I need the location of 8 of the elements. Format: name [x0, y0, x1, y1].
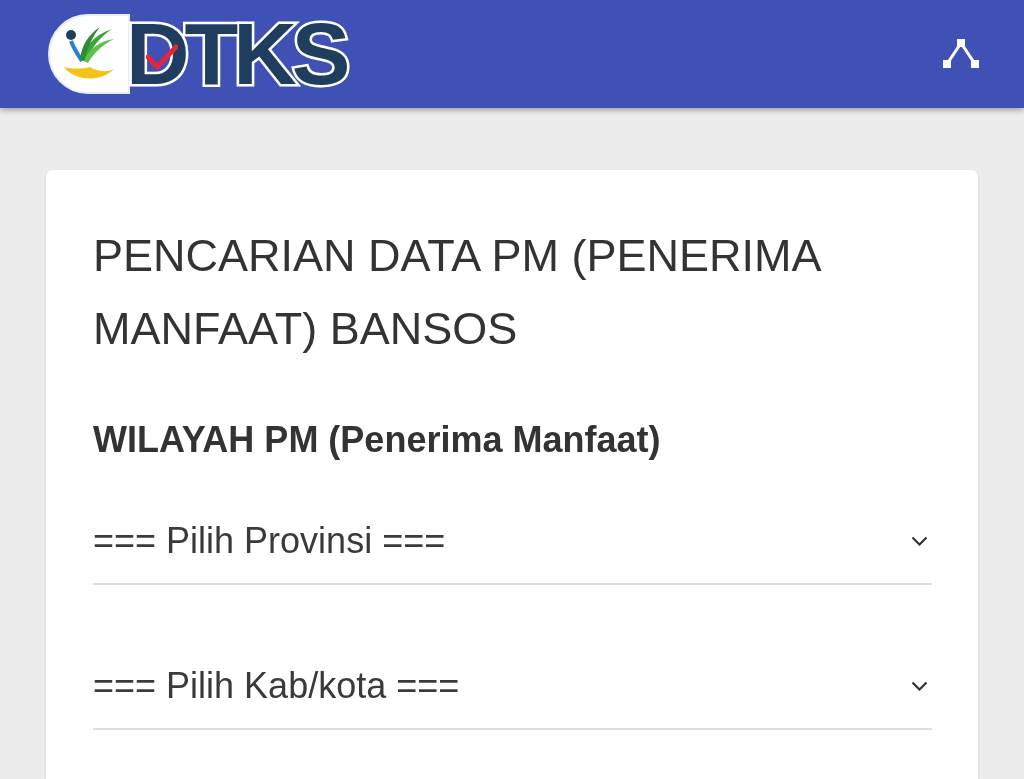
page-title: PENCARIAN DATA PM (PENERIMA MANFAAT) BANSOS: [93, 229, 821, 356]
section-heading: WILAYAH PM (Penerima Manfaat): [93, 420, 662, 460]
connected-nodes-icon[interactable]: [942, 38, 980, 70]
site-logo: DTKS: [48, 14, 346, 94]
chevron-down-icon: [911, 681, 928, 691]
chevron-down-icon: [911, 536, 928, 546]
dropdown-field[interactable]: === Pilih Kab/kota ===: [93, 644, 932, 730]
dropdown-field[interactable]: === Pilih Provinsi ===: [93, 499, 932, 585]
